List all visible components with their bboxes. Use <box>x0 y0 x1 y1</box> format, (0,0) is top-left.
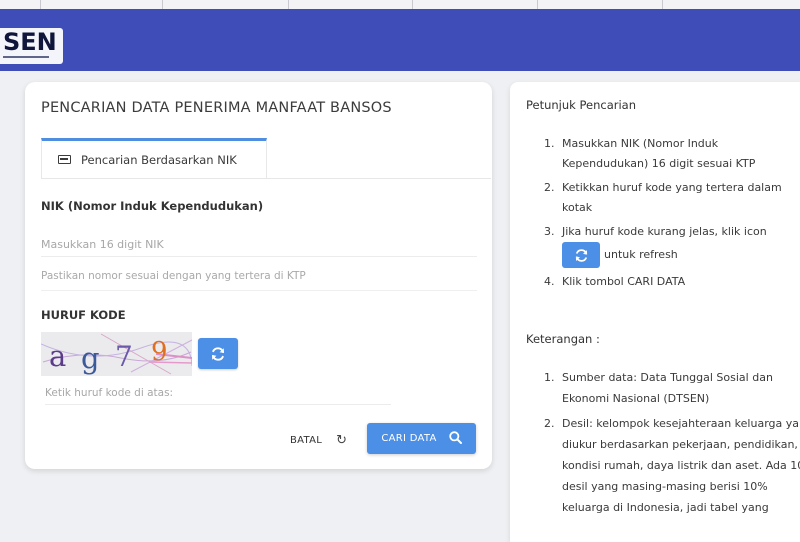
logo-tagline <box>3 56 49 58</box>
list-item: 2. Ketikkan huruf kode yang tertera dalam… <box>544 181 782 214</box>
nik-label: NIK (Nomor Induk Kependudukan) <box>41 199 264 213</box>
tab-search-by-nik[interactable]: Pencarian Berdasarkan NIK <box>41 138 267 178</box>
tab-label: Pencarian Berdasarkan NIK <box>81 152 237 167</box>
tab-separator <box>288 0 289 9</box>
search-button-label: CARI DATA <box>381 433 437 444</box>
search-tabs: Pencarian Berdasarkan NIK <box>41 138 491 179</box>
refresh-icon <box>575 248 587 262</box>
instructions-title: Petunjuk Pencarian <box>526 98 637 112</box>
list-item: 3. Jika huruf kode kurang jelas, klik ico… <box>526 222 796 268</box>
cancel-button[interactable]: BATAL ↻ <box>290 432 347 448</box>
notes-title: Keterangan : <box>526 332 600 346</box>
captcha-refresh-button[interactable] <box>198 338 238 369</box>
tab-separator <box>412 0 413 9</box>
divider <box>41 290 477 291</box>
refresh-icon-example <box>562 242 600 268</box>
captcha-image: a g 7 9 <box>41 332 192 376</box>
search-card: PENCARIAN DATA PENERIMA MANFAAT BANSOS P… <box>25 82 492 469</box>
nik-hint: Pastikan nomor sesuai dengan yang terter… <box>41 270 306 282</box>
list-item: 1. Masukkan NIK (Nomor Induk Kependudukan… <box>544 137 756 170</box>
captcha-char-2: g <box>81 341 100 375</box>
logo-text: SEN <box>3 28 57 56</box>
captcha-graphic: a g 7 9 <box>41 332 192 376</box>
browser-tab-strip <box>0 0 800 9</box>
captcha-char-4: 9 <box>151 337 168 367</box>
notes-list: 1. Sumber data: Data Tunggal Sosial dan E… <box>526 367 800 522</box>
nik-input[interactable] <box>41 232 477 257</box>
list-item: 1. Sumber data: Data Tunggal Sosial dan E… <box>544 371 773 405</box>
instructions-panel: Petunjuk Pencarian 1. Masukkan NIK (Nomor… <box>510 82 800 542</box>
captcha-char-1: a <box>49 339 66 373</box>
search-icon <box>448 430 462 447</box>
instructions-list: 1. Masukkan NIK (Nomor Induk Kependudukan… <box>526 134 796 296</box>
captcha-label: HURUF KODE <box>41 308 126 322</box>
cancel-label: BATAL <box>290 434 323 446</box>
page-title: PENCARIAN DATA PENERIMA MANFAAT BANSOS <box>41 100 392 116</box>
id-card-icon <box>58 155 71 164</box>
tab-separator <box>40 0 41 9</box>
list-item: 2. Desil: kelompok kesejahteraan keluarga… <box>544 417 800 514</box>
captcha-input[interactable] <box>45 382 391 405</box>
list-item: 4. Klik tombol CARI DATA <box>544 275 686 288</box>
reset-icon: ↻ <box>336 432 348 448</box>
tab-separator <box>662 0 663 9</box>
refresh-icon <box>212 346 224 361</box>
site-logo[interactable]: SEN <box>0 28 63 64</box>
tab-separator <box>537 0 538 9</box>
captcha-char-3: 7 <box>115 340 133 373</box>
tab-separator <box>162 0 163 9</box>
site-header: SEN <box>0 9 800 71</box>
search-button[interactable]: CARI DATA <box>367 423 476 454</box>
